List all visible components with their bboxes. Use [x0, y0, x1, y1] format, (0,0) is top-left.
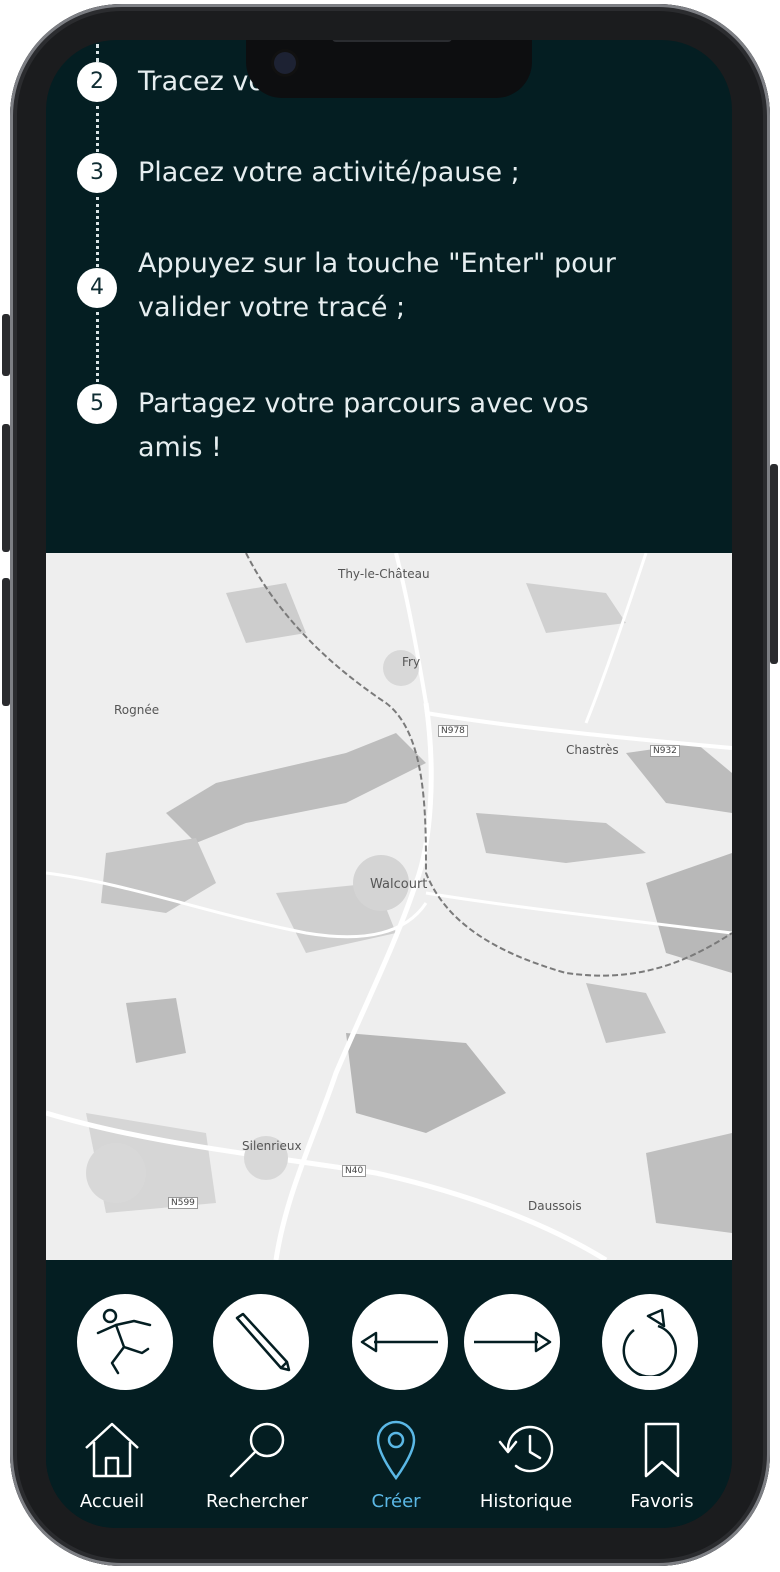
- step-connector: [96, 44, 99, 62]
- instruction-steps: 2 Tracez vo 3 Placez votre activité/paus…: [46, 40, 732, 553]
- nav-item-home[interactable]: Accueil: [68, 1420, 156, 1512]
- nav-item-search[interactable]: Rechercher: [196, 1420, 318, 1512]
- app-screen: 2 Tracez vo 3 Placez votre activité/paus…: [46, 40, 732, 1528]
- nav-item-label: Favoris: [630, 1491, 694, 1512]
- map-place-label: Thy-le-Château: [338, 567, 430, 581]
- nav-item-label: Historique: [479, 1491, 573, 1512]
- location-pin-icon: [376, 1420, 416, 1481]
- reset-button[interactable]: [602, 1294, 698, 1390]
- activity-person-icon: [96, 1308, 152, 1375]
- step-number: 2: [77, 62, 117, 102]
- home-icon: [85, 1422, 139, 1478]
- step-text: Placez votre activité/pause ;: [138, 157, 520, 188]
- redo-button[interactable]: [464, 1294, 560, 1390]
- map-background: [46, 552, 732, 1263]
- map-road-label: N40: [342, 1165, 367, 1177]
- volume-down-button: [2, 578, 10, 706]
- phone-notch: [246, 40, 532, 98]
- step-connector: [96, 197, 99, 267]
- map-place-label: Rognée: [114, 703, 160, 717]
- map-road-label: N932: [650, 745, 680, 757]
- map-place-label: Chastrès: [566, 743, 619, 757]
- arrow-left-icon: [360, 1331, 438, 1353]
- nav-item-favorites[interactable]: Favoris: [620, 1420, 704, 1512]
- nav-item-label: Créer: [371, 1491, 421, 1512]
- step-number: 3: [77, 153, 117, 193]
- search-icon: [229, 1422, 285, 1478]
- map-place-label: Silenrieux: [242, 1139, 302, 1153]
- step-text: Partagez votre parcours avec vos amis !: [138, 388, 589, 463]
- power-button: [770, 464, 778, 664]
- step-number: 4: [77, 268, 117, 308]
- earpiece: [332, 40, 452, 42]
- activity-button[interactable]: [77, 1294, 173, 1390]
- route-map[interactable]: Thy-le-Château Fry Rognée Chastrès Walco…: [46, 552, 732, 1263]
- bookmark-icon: [644, 1422, 680, 1478]
- step-connector: [96, 312, 99, 382]
- map-road-label: N599: [168, 1197, 198, 1209]
- step-number: 5: [77, 384, 117, 424]
- map-place-label: Walcourt: [370, 877, 428, 892]
- nav-item-create[interactable]: Créer: [358, 1420, 434, 1512]
- front-camera: [274, 52, 296, 74]
- reset-icon: [622, 1308, 678, 1376]
- drawing-toolbar: [46, 1260, 732, 1410]
- history-icon: [498, 1425, 554, 1473]
- undo-button[interactable]: [352, 1294, 448, 1390]
- step-text: Appuyez sur la touche "Enter" pour valid…: [138, 248, 616, 323]
- map-place-label: Daussois: [528, 1199, 582, 1213]
- pencil-icon: [235, 1312, 291, 1372]
- map-road-label: N978: [438, 725, 468, 737]
- bottom-navigation: Accueil Rechercher Créer Historique Favo…: [46, 1410, 732, 1528]
- arrow-right-icon: [474, 1331, 552, 1353]
- draw-button[interactable]: [213, 1294, 309, 1390]
- mute-switch: [2, 314, 10, 376]
- nav-item-label: Accueil: [79, 1491, 145, 1512]
- nav-item-label: Rechercher: [206, 1491, 308, 1512]
- nav-item-history[interactable]: Historique: [470, 1420, 582, 1512]
- volume-up-button: [2, 424, 10, 552]
- step-connector: [96, 106, 99, 152]
- map-place-label: Fry: [402, 655, 421, 669]
